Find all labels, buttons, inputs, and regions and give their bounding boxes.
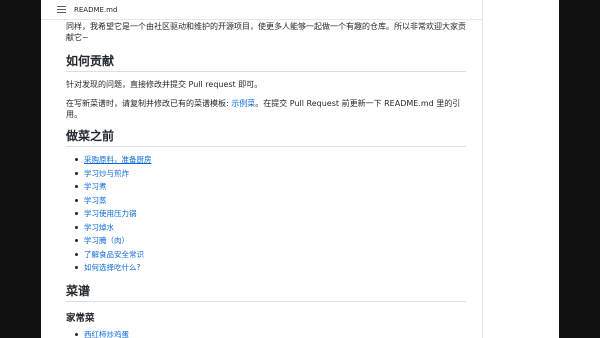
contribute-line-2-before: 在写新菜谱时，请复制并修改已有的菜谱模板: (66, 99, 232, 108)
list-item[interactable]: 学习蒸 (75, 194, 466, 208)
heading-recipes: 菜谱 (66, 283, 466, 302)
right-frame (558, 0, 600, 338)
list-item[interactable]: 学习炒与煎炸 (75, 167, 466, 181)
file-header: README.md (41, 0, 482, 20)
list-item[interactable]: 学习使用压力锅 (75, 207, 466, 221)
list-item[interactable]: 采购原料，准备厨房 (75, 153, 466, 167)
list-item[interactable]: 如何选择吃什么? (75, 261, 466, 275)
list-item[interactable]: 学习焯水 (75, 221, 466, 235)
file-name: README.md (74, 5, 118, 14)
intro-paragraph: 同样，我希望它是一个由社区驱动和维护的开源项目，使更多人能够一起做一个有趣的仓库… (66, 22, 466, 42)
heading-contribute: 如何贡献 (66, 53, 466, 72)
list-item[interactable]: 了解食品安全常识 (75, 248, 466, 262)
contribute-line-1: 针对发现的问题，直接修改并提交 Pull request 即可。 (66, 80, 263, 89)
heading-before-cooking: 做菜之前 (66, 128, 466, 147)
list-item[interactable]: 学习腌（肉） (75, 234, 466, 248)
list-icon[interactable] (57, 6, 66, 13)
left-frame (0, 0, 41, 338)
home-cooking-list: 西红柿炒鸡蛋 (66, 328, 466, 338)
readme-panel: README.md 同样，我希望它是一个由社区驱动和维护的开源项目，使更多人能够… (41, 0, 482, 338)
readme-content: 同样，我希望它是一个由社区驱动和维护的开源项目，使更多人能够一起做一个有趣的仓库… (66, 20, 466, 338)
list-item[interactable]: 学习煮 (75, 180, 466, 194)
before-cooking-list: 采购原料，准备厨房 学习炒与煎炸 学习煮 学习蒸 学习使用压力锅 学习焯水 学习… (66, 153, 466, 275)
contribute-line-2: 在写新菜谱时，请复制并修改已有的菜谱模板: 示例菜。在提交 Pull Reque… (66, 98, 466, 120)
example-recipe-link[interactable]: 示例菜 (231, 99, 255, 108)
subheading-home-cooking: 家常菜 (66, 312, 95, 324)
right-gutter (482, 0, 559, 338)
list-item[interactable]: 西红柿炒鸡蛋 (75, 328, 466, 338)
